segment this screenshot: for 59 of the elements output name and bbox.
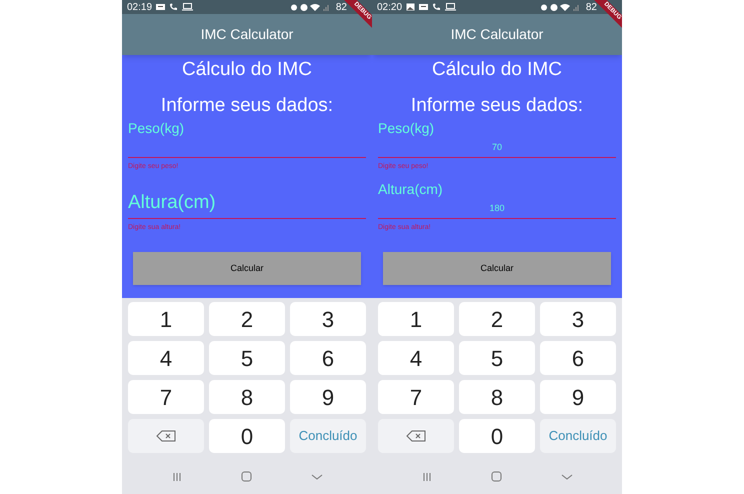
- battery-level: 82: [586, 0, 597, 14]
- battery-level: 82: [336, 0, 347, 14]
- app-title: IMC Calculator: [450, 25, 544, 44]
- backspace-key[interactable]: [378, 419, 454, 453]
- keyboard-key[interactable]: 9: [540, 380, 616, 414]
- keyboard-key[interactable]: 4: [378, 341, 454, 375]
- keyboard-key[interactable]: 3: [540, 302, 616, 336]
- laptop-icon: [182, 3, 194, 11]
- page-subheading: Informe seus dados:: [160, 94, 334, 118]
- status-time: 02:20: [377, 0, 402, 14]
- phone-icon: [169, 3, 178, 11]
- backspace-icon: [406, 430, 426, 442]
- image-icon: [406, 3, 416, 11]
- recent-apps-icon[interactable]: [172, 472, 182, 482]
- laptop-icon: [445, 3, 456, 11]
- home-icon[interactable]: [240, 471, 252, 482]
- field-label: Altura(cm): [128, 191, 217, 215]
- keyboard-key[interactable]: 0: [209, 419, 285, 453]
- field-label: Peso(kg): [378, 119, 436, 137]
- keyboard-key[interactable]: 5: [209, 341, 285, 375]
- keyboard-key[interactable]: 7: [128, 380, 204, 414]
- field-value: 70: [490, 141, 503, 153]
- app-title: IMC Calculator: [200, 25, 294, 44]
- text-field[interactable]: Peso(kg): [128, 118, 366, 158]
- home-icon[interactable]: [490, 471, 502, 482]
- keyboard-key[interactable]: 2: [209, 302, 285, 336]
- keyboard-key[interactable]: 6: [540, 341, 616, 375]
- text-field[interactable]: Altura(cm) 180: [378, 179, 616, 219]
- keyboard-key[interactable]: 6: [290, 341, 366, 375]
- text-field[interactable]: Peso(kg) 70: [378, 118, 616, 158]
- keyboard-key[interactable]: 3: [290, 302, 366, 336]
- field-value: 180: [488, 202, 506, 214]
- text-field[interactable]: Altura(cm): [128, 179, 366, 219]
- page-heading: Cálculo do IMC: [181, 58, 313, 82]
- keyboard-key[interactable]: 2: [459, 302, 535, 336]
- phone-icon: [432, 3, 442, 11]
- calculate-button[interactable]: Calcular: [133, 252, 361, 285]
- chevron-down-icon[interactable]: [560, 472, 572, 480]
- keyboard-key[interactable]: 1: [378, 302, 454, 336]
- recent-apps-icon[interactable]: [422, 472, 432, 482]
- keyboard-key[interactable]: 8: [459, 380, 535, 414]
- keyboard-key[interactable]: 9: [290, 380, 366, 414]
- keyboard-key[interactable]: 0: [459, 419, 535, 453]
- keyboard-key[interactable]: 5: [459, 341, 535, 375]
- field-label: Altura(cm): [378, 180, 444, 198]
- page-subheading: Informe seus dados:: [410, 94, 584, 118]
- message-icon: [156, 3, 166, 11]
- status-time: 02:19: [127, 0, 152, 14]
- keyboard-key[interactable]: 7: [378, 380, 454, 414]
- field-label: Peso(kg): [128, 119, 186, 137]
- backspace-key[interactable]: [128, 419, 204, 453]
- chevron-down-icon[interactable]: [310, 472, 322, 480]
- keyboard-key[interactable]: 1: [128, 302, 204, 336]
- page-heading: Cálculo do IMC: [431, 58, 563, 82]
- calculate-button[interactable]: Calcular: [383, 252, 611, 285]
- backspace-icon: [156, 430, 176, 442]
- message-icon: [419, 3, 428, 11]
- keyboard-key[interactable]: 8: [209, 380, 285, 414]
- keyboard-key[interactable]: 4: [128, 341, 204, 375]
